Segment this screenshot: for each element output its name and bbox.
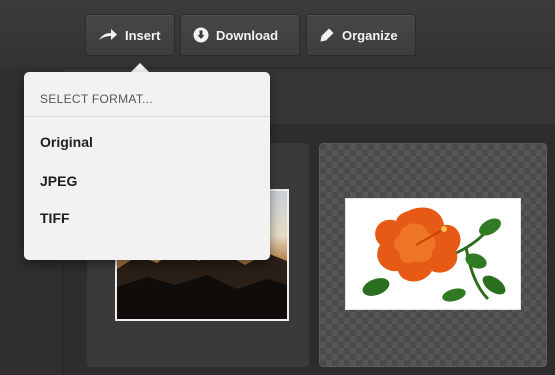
app-window: Insert Download Organize SELECT FORMAT..… <box>0 0 555 375</box>
menu-item-jpeg[interactable]: JPEG <box>40 173 77 189</box>
organize-button-label: Organize <box>342 27 398 43</box>
download-button-label: Download <box>216 27 279 43</box>
menu-item-tiff[interactable]: TIFF <box>40 210 70 226</box>
menu-item-original[interactable]: Original <box>40 134 93 150</box>
pen-icon <box>319 27 335 43</box>
arrow-right-icon <box>98 28 118 42</box>
insert-button-label: Insert <box>125 27 161 43</box>
format-dropdown-menu: SELECT FORMAT... Original JPEG TIFF <box>24 72 270 260</box>
toolbar: Insert Download Organize <box>0 0 555 69</box>
insert-button[interactable]: Insert <box>85 14 175 56</box>
menu-header: SELECT FORMAT... <box>40 92 154 106</box>
organize-button[interactable]: Organize <box>306 14 416 56</box>
hibiscus-flower-image[interactable] <box>345 198 521 310</box>
download-icon <box>193 27 209 43</box>
menu-divider <box>24 116 270 117</box>
dropdown-caret <box>131 63 149 72</box>
download-button[interactable]: Download <box>180 14 300 56</box>
